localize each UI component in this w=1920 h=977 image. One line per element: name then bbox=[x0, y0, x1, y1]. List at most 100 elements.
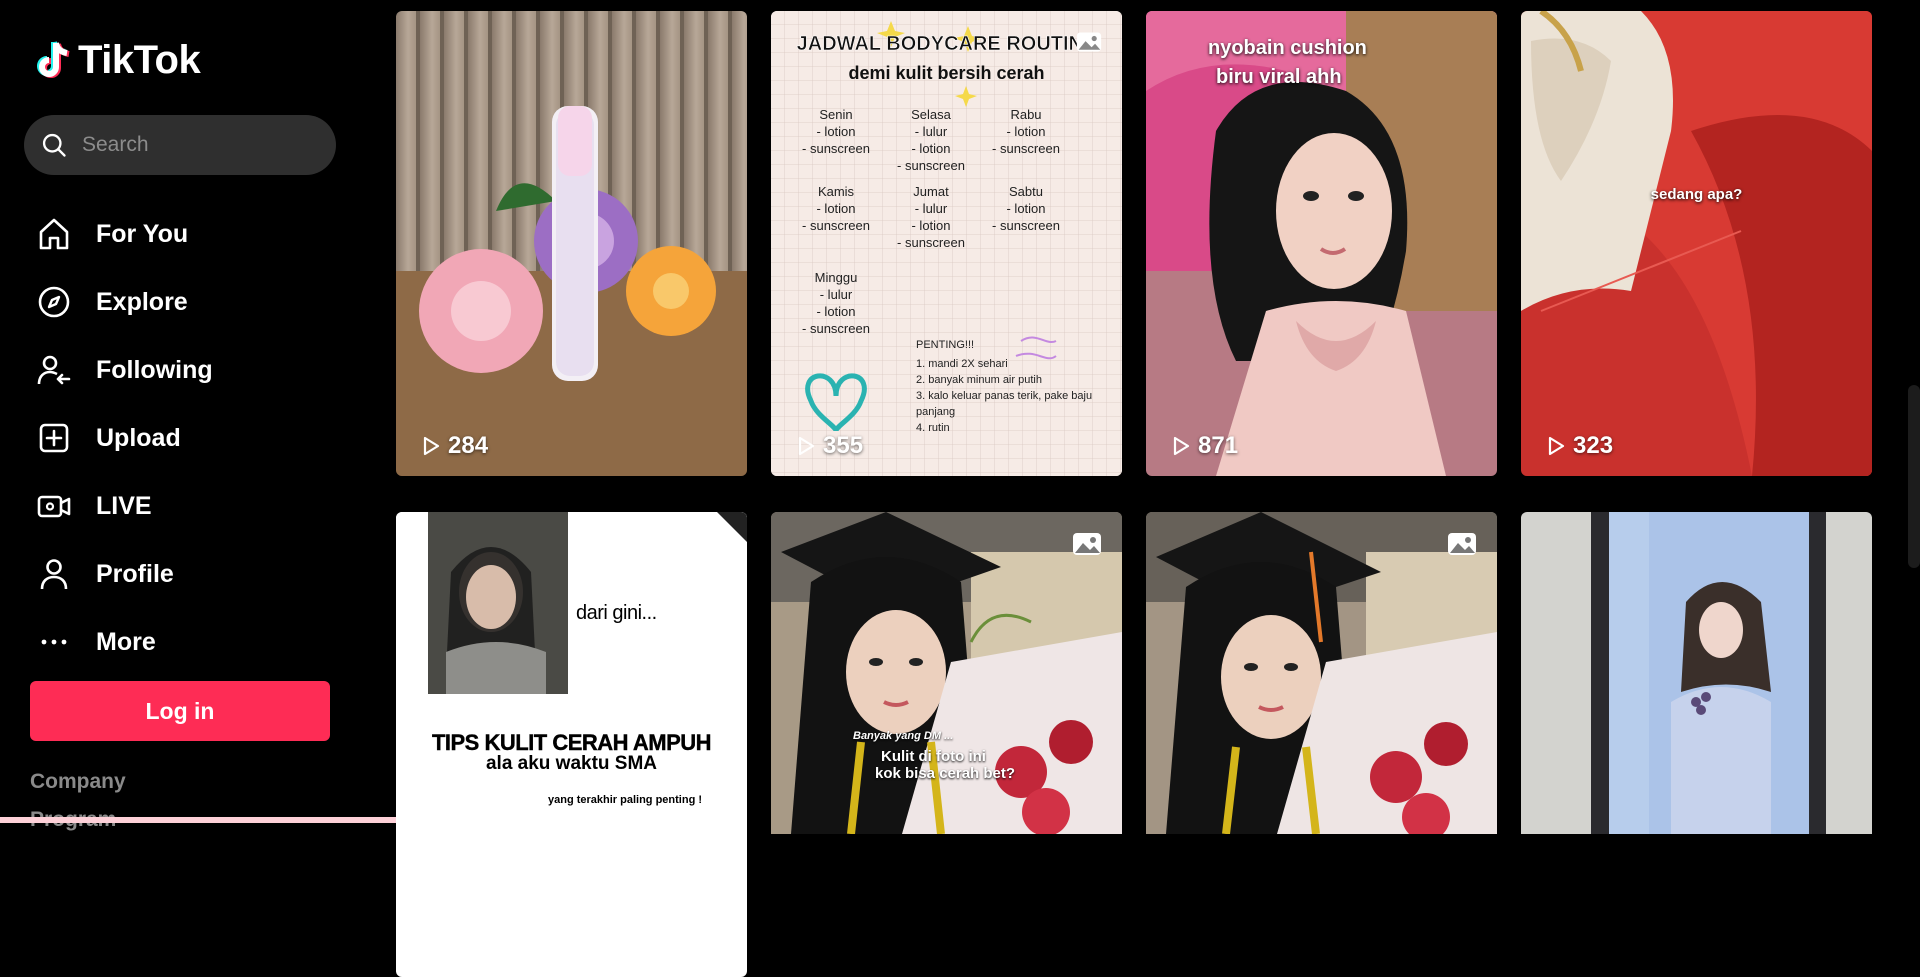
following-icon bbox=[34, 350, 74, 390]
nav-label: LIVE bbox=[96, 491, 152, 520]
page-scrollbar[interactable] bbox=[1908, 385, 1920, 568]
video-card[interactable]: 284 bbox=[396, 11, 747, 476]
schedule-day-item: - lotion bbox=[1006, 201, 1046, 216]
video-thumbnail bbox=[1146, 512, 1497, 841]
nav-label: Profile bbox=[96, 559, 174, 588]
play-icon bbox=[1548, 436, 1565, 456]
video-thumbnail bbox=[1521, 11, 1872, 476]
nav-item-upload[interactable]: Upload bbox=[34, 404, 334, 472]
video-card[interactable]: nyobain cushion biru viral ahh 871 bbox=[1146, 11, 1497, 476]
schedule-day: Senin - lotion - sunscreen bbox=[791, 106, 881, 157]
photo-mode-icon bbox=[1447, 532, 1477, 556]
schedule-subtitle: demi kulit bersih cerah bbox=[848, 63, 1045, 83]
video-card[interactable] bbox=[1521, 512, 1872, 977]
schedule-day-item: - lotion bbox=[911, 218, 951, 233]
nav-item-live[interactable]: LIVE bbox=[34, 472, 334, 540]
logo-text: TikTok bbox=[78, 38, 201, 82]
view-count: 284 bbox=[420, 432, 488, 460]
schedule-day-item: - lulur bbox=[914, 124, 948, 139]
nav-item-profile[interactable]: Profile bbox=[34, 540, 334, 608]
video-footnote: yang terakhir paling penting ! bbox=[548, 794, 703, 806]
schedule-day-item: - sunscreen bbox=[897, 158, 965, 173]
view-count: 355 bbox=[795, 432, 863, 460]
play-icon bbox=[798, 436, 815, 456]
footer-link-company[interactable]: Company bbox=[30, 770, 126, 794]
schedule-day-item: - lulur bbox=[819, 287, 853, 302]
schedule-day-name: Minggu bbox=[814, 270, 858, 285]
schedule-day-item: - lotion bbox=[1006, 124, 1046, 139]
schedule-day-name: Jumat bbox=[913, 184, 949, 199]
video-thumbnail bbox=[396, 512, 747, 834]
nav-label: Explore bbox=[96, 287, 188, 316]
video-caption-small: Banyak yang DM ... bbox=[853, 730, 954, 742]
schedule-day-item: - sunscreen bbox=[802, 141, 870, 156]
schedule-note: 2. banyak minum air putih bbox=[916, 374, 1042, 386]
schedule-day: Jumat - lulur - lotion - sunscreen bbox=[886, 183, 976, 251]
play-icon bbox=[1173, 436, 1190, 456]
schedule-day-item: - lotion bbox=[816, 201, 856, 216]
video-card[interactable]: Banyak yang DM ... Kulit di foto ini kok… bbox=[771, 512, 1122, 977]
schedule-day-name: Kamis bbox=[817, 184, 855, 199]
schedule-day-name: Senin bbox=[819, 107, 853, 122]
schedule-day-item: - sunscreen bbox=[802, 321, 870, 336]
compass-icon bbox=[34, 282, 74, 322]
schedule-day-item: - lotion bbox=[816, 304, 856, 319]
video-caption: Kulit di foto ini bbox=[881, 748, 986, 765]
nav-label: Following bbox=[96, 355, 213, 384]
schedule-day-item: - sunscreen bbox=[897, 235, 965, 250]
nav-label: Upload bbox=[96, 423, 181, 452]
live-icon bbox=[34, 486, 74, 526]
upload-icon bbox=[34, 418, 74, 458]
schedule-day-item: - sunscreen bbox=[992, 218, 1060, 233]
schedule-day: Sabtu - lotion - sunscreen bbox=[981, 183, 1071, 234]
profile-icon bbox=[34, 554, 74, 594]
sidebar-nav: For You Explore Following Upload LIVE Pr… bbox=[34, 200, 334, 676]
video-thumbnail bbox=[771, 512, 1122, 836]
tiktok-logo[interactable]: TikTok bbox=[34, 38, 201, 83]
view-count: 323 bbox=[1545, 432, 1613, 460]
video-caption: dari gini... bbox=[576, 602, 657, 624]
video-card[interactable]: JADWAL BODYCARE ROUTINE demi kulit bersi… bbox=[771, 11, 1122, 476]
schedule-title: JADWAL BODYCARE ROUTINE bbox=[796, 33, 1097, 56]
nav-item-explore[interactable]: Explore bbox=[34, 268, 334, 336]
home-icon bbox=[34, 214, 74, 254]
nav-item-following[interactable]: Following bbox=[34, 336, 334, 404]
video-caption: sedang apa? bbox=[1650, 186, 1743, 203]
schedule-note-title: PENTING!!! bbox=[916, 339, 975, 351]
schedule-day-name: Sabtu bbox=[1009, 184, 1043, 199]
nav-item-more[interactable]: More bbox=[34, 608, 334, 676]
video-card[interactable]: dari gini... TIPS KULIT CERAH AMPUH ala … bbox=[396, 512, 747, 977]
schedule-day-item: - lotion bbox=[911, 141, 951, 156]
sidebar: TikTok For You Explore Following bbox=[0, 0, 560, 831]
schedule-day: Selasa - lulur - lotion - sunscreen bbox=[886, 106, 976, 174]
schedule-note: 3. kalo keluar panas terik, pake baju pa… bbox=[916, 390, 1093, 418]
schedule-note: 1. mandi 2X sehari bbox=[916, 358, 1008, 370]
schedule-day: Minggu - lulur - lotion - sunscreen bbox=[791, 269, 881, 337]
tiktok-note-icon bbox=[37, 40, 70, 78]
video-caption: biru viral ahh bbox=[1216, 66, 1342, 88]
schedule-note: 4. rutin bbox=[916, 422, 950, 434]
play-icon bbox=[423, 436, 440, 456]
search-icon bbox=[42, 133, 66, 157]
search-box[interactable] bbox=[24, 115, 336, 175]
more-icon bbox=[34, 622, 74, 662]
view-count: 871 bbox=[1170, 432, 1238, 460]
nav-item-for-you[interactable]: For You bbox=[34, 200, 334, 268]
schedule-day-item: - sunscreen bbox=[992, 141, 1060, 156]
login-button[interactable]: Log in bbox=[30, 681, 330, 741]
video-thumbnail bbox=[1521, 512, 1872, 834]
schedule-day: Kamis - lotion - sunscreen bbox=[791, 183, 881, 234]
video-card[interactable]: sedang apa? 323 bbox=[1521, 11, 1872, 476]
search-input[interactable] bbox=[80, 132, 314, 158]
video-caption: nyobain cushion bbox=[1208, 37, 1367, 59]
video-card[interactable] bbox=[1146, 512, 1497, 977]
nav-label: For You bbox=[96, 219, 189, 248]
schedule-day-item: - sunscreen bbox=[802, 218, 870, 233]
schedule-day-item: - lotion bbox=[816, 124, 856, 139]
schedule-day-item: - lulur bbox=[914, 201, 948, 216]
video-caption: kok bisa cerah bet? bbox=[875, 765, 1016, 782]
nav-label: More bbox=[96, 627, 156, 656]
video-thumbnail bbox=[396, 11, 747, 476]
schedule-notes: 1. mandi 2X sehari 2. banyak minum air pu… bbox=[916, 356, 1106, 436]
schedule-day: Rabu - lotion - sunscreen bbox=[981, 106, 1071, 157]
